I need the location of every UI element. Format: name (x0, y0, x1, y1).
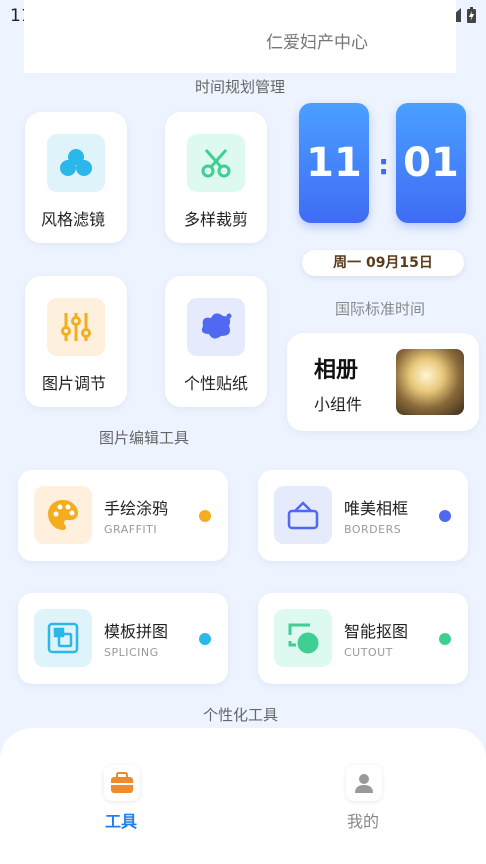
tile-label: 风格滤镜 (41, 210, 106, 229)
album-thumbnail (396, 349, 464, 415)
frame-icon (274, 486, 332, 544)
tool-subtitle: SPLICING (104, 646, 159, 659)
nav-label: 我的 (347, 812, 380, 831)
clock-minutes: 01 (396, 103, 466, 223)
album-widget[interactable]: 相册 小组件 (287, 333, 479, 431)
tile-crop[interactable]: 多样裁剪 (165, 112, 267, 243)
date-pill: 周一 09月15日 (302, 250, 464, 276)
sliders-icon (47, 298, 105, 356)
tool-title: 模板拼图 (104, 622, 169, 641)
tool-splicing[interactable]: 模板拼图 SPLICING (18, 593, 228, 684)
header-card (24, 0, 456, 73)
tile-label: 个性贴纸 (184, 374, 249, 393)
tool-title: 智能抠图 (344, 622, 409, 641)
timezone-label: 国际标准时间 (335, 300, 426, 318)
status-dot (439, 633, 451, 645)
palette-icon (34, 486, 92, 544)
tile-label: 图片调节 (42, 374, 107, 393)
circles-icon (47, 134, 105, 192)
section-title-photo: 图片编辑工具 (99, 429, 190, 447)
status-dot (199, 633, 211, 645)
tool-graffiti[interactable]: 手绘涂鸦 GRAFFITI (18, 470, 228, 561)
tile-label: 多样裁剪 (184, 210, 249, 229)
status-dot (439, 510, 451, 522)
nav-label: 工具 (105, 812, 138, 831)
user-icon (346, 765, 382, 801)
album-title: 相册 (314, 358, 359, 383)
clock-separator: : (378, 148, 390, 181)
clock-hours: 11 (299, 103, 369, 223)
nav-item-tools[interactable]: 工具 (102, 763, 142, 835)
tile-sticker[interactable]: 个性贴纸 (165, 276, 267, 407)
scissors-icon (187, 134, 245, 192)
tile-style-filter[interactable]: 风格滤镜 (25, 112, 127, 243)
status-dot (199, 510, 211, 522)
tool-subtitle: BORDERS (344, 523, 402, 536)
bottom-nav (0, 728, 486, 864)
tool-subtitle: CUTOUT (344, 646, 393, 659)
tool-subtitle: GRAFFITI (104, 523, 158, 536)
section-title-time: 时间规划管理 (195, 78, 286, 96)
nav-item-mine[interactable]: 我的 (344, 763, 384, 835)
tool-cutout[interactable]: 智能抠图 CUTOUT (258, 593, 468, 684)
tool-title: 手绘涂鸦 (104, 499, 169, 518)
tool-borders[interactable]: 唯美相框 BORDERS (258, 470, 468, 561)
header-title: 仁爱妇产中心 (266, 33, 368, 53)
section-title-personal: 个性化工具 (203, 706, 279, 724)
tile-adjust[interactable]: 图片调节 (25, 276, 127, 407)
album-subtitle: 小组件 (314, 395, 363, 414)
tool-title: 唯美相框 (344, 499, 409, 518)
battery-icon (467, 7, 476, 23)
toolbox-icon (104, 765, 140, 801)
puzzle-icon (34, 609, 92, 667)
sticker-icon (187, 298, 245, 356)
cutout-icon (274, 609, 332, 667)
